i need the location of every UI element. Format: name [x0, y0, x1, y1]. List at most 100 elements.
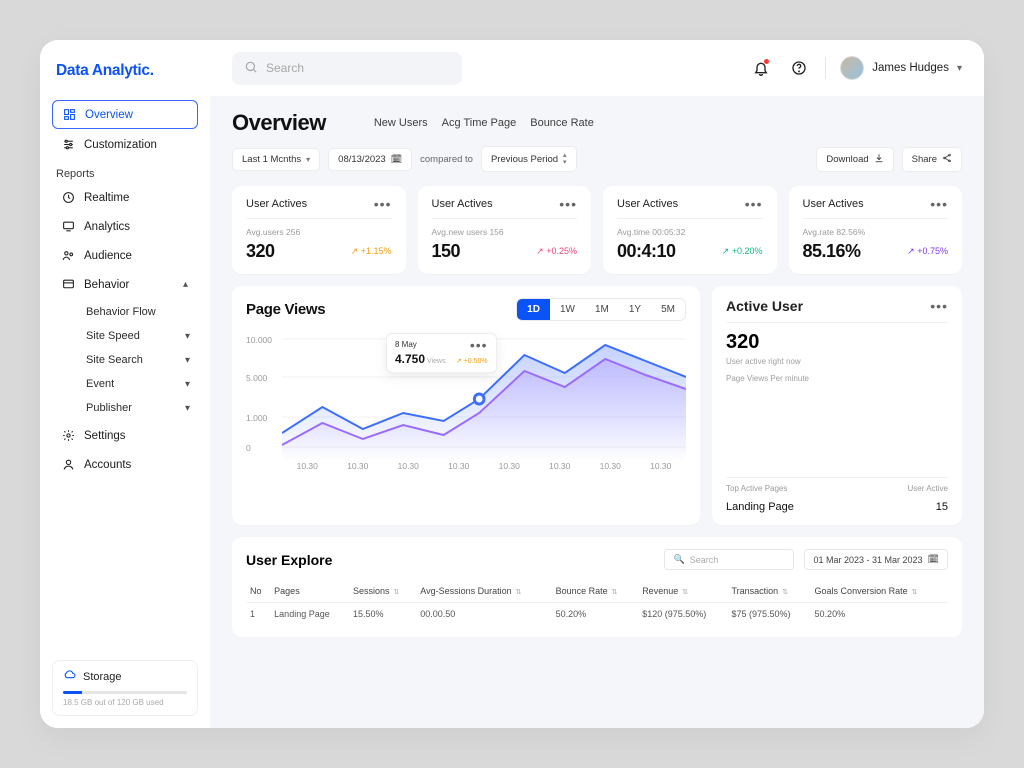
- chevron-down-icon: ▾: [185, 331, 190, 342]
- segment-1M[interactable]: 1M: [585, 299, 619, 320]
- nav-accounts[interactable]: Accounts: [52, 451, 198, 478]
- nav-publisher[interactable]: Publisher▾: [78, 396, 198, 420]
- share-button[interactable]: Share: [902, 147, 962, 172]
- table-cell: 50.20%: [552, 603, 639, 626]
- monitor-icon: [62, 220, 75, 233]
- stat-sub: Avg.rate 82.56%: [803, 227, 949, 237]
- col-header[interactable]: Avg-Sessions Duration ⇅: [416, 580, 551, 603]
- range-select[interactable]: Last 1 Mcnths ▾: [232, 148, 320, 171]
- nav-behavior[interactable]: Behavior ▴: [52, 271, 198, 298]
- active-user-value: 320: [726, 331, 948, 354]
- nav-settings[interactable]: Settings: [52, 422, 198, 449]
- chevron-down-icon: ▾: [185, 379, 190, 390]
- stat-card: User Actives••• Avg.users 256 320↗ +1.15…: [232, 186, 406, 274]
- download-button[interactable]: Download: [816, 147, 893, 172]
- ue-search-placeholder: Search: [690, 555, 719, 565]
- tab-acg[interactable]: Acg Time Page: [442, 117, 517, 129]
- segment-5M[interactable]: 5M: [651, 299, 685, 320]
- page-title: Overview: [232, 110, 326, 136]
- x-tick: 10.30: [535, 461, 586, 471]
- stat-delta: ↗ +0.20%: [722, 246, 763, 257]
- sort-icon: ⇅: [780, 589, 788, 596]
- period-select[interactable]: Previous Period▴▾: [481, 146, 577, 172]
- nav-overview[interactable]: Overview: [52, 100, 198, 129]
- sub-label: Site Search: [86, 354, 143, 366]
- stat-card: User Actives••• Avg.new users 156 150↗ +…: [418, 186, 592, 274]
- chevron-down-icon: ▾: [306, 155, 310, 164]
- tooltip-value: 4.750: [395, 352, 425, 366]
- stat-title: User Actives: [617, 198, 678, 210]
- table-cell: 00.00.50: [416, 603, 551, 626]
- download-label: Download: [826, 154, 868, 165]
- more-icon[interactable]: •••: [374, 202, 392, 206]
- col-header[interactable]: Transaction ⇅: [727, 580, 810, 603]
- storage-sub: 18.5 GB out of 120 GB used: [63, 698, 187, 707]
- col-header[interactable]: Goals Conversion Rate ⇅: [811, 580, 948, 603]
- ue-search-input[interactable]: 🔍 Search: [664, 549, 794, 570]
- x-tick: 10.30: [282, 461, 333, 471]
- x-tick: 10.30: [434, 461, 485, 471]
- nav-label: Customization: [84, 139, 157, 151]
- nav-site-speed[interactable]: Site Speed ▾: [78, 324, 198, 348]
- nav-audience[interactable]: Audience: [52, 242, 198, 269]
- nav-label: Accounts: [84, 459, 131, 471]
- nav-event[interactable]: Event▾: [78, 372, 198, 396]
- stat-sub: Avg.users 256: [246, 227, 392, 237]
- range-label: Last 1 Mcnths: [242, 154, 301, 165]
- more-icon[interactable]: •••: [930, 304, 948, 308]
- app-window: Data Analytic. Overview Customization Re…: [40, 40, 984, 728]
- nav-site-search[interactable]: Site Search▾: [78, 348, 198, 372]
- sort-icon: ⇅: [680, 589, 688, 596]
- date-picker[interactable]: 08/13/2023🗓: [328, 148, 412, 171]
- ue-date-picker[interactable]: 01 Mar 2023 - 31 Mar 2023🗓: [804, 549, 948, 570]
- tab-bounce[interactable]: Bounce Rate: [530, 117, 594, 129]
- chart-tooltip: 8 May••• 4.750Views ↗ +0.50%: [386, 333, 497, 373]
- active-user-title: Active User: [726, 298, 803, 314]
- profile-menu[interactable]: James Hudges ▾: [840, 56, 962, 80]
- col-header[interactable]: Bounce Rate ⇅: [552, 580, 639, 603]
- active-user-bars: [726, 393, 948, 471]
- chevron-down-icon: ▾: [957, 63, 962, 74]
- gear-icon: [62, 429, 75, 442]
- col-header[interactable]: Sessions ⇅: [349, 580, 416, 603]
- sub-label: Publisher: [86, 402, 132, 414]
- search-input[interactable]: Search: [232, 52, 462, 85]
- y-label: 5.000: [246, 373, 267, 383]
- more-icon[interactable]: •••: [470, 343, 488, 347]
- col-header[interactable]: Revenue ⇅: [638, 580, 727, 603]
- users-icon: [62, 249, 75, 262]
- stat-delta: ↗ +0.75%: [907, 246, 948, 257]
- col-header[interactable]: Pages: [270, 580, 349, 603]
- notifications-button[interactable]: [749, 56, 773, 80]
- topbar: Search James Hudges ▾: [210, 40, 984, 96]
- more-icon[interactable]: •••: [745, 202, 763, 206]
- more-icon[interactable]: •••: [559, 202, 577, 206]
- segment-1W[interactable]: 1W: [550, 299, 585, 320]
- nav-analytics[interactable]: Analytics: [52, 213, 198, 240]
- period-label: Previous Period: [491, 154, 558, 165]
- stat-value: 85.16%: [803, 241, 861, 262]
- segment-1Y[interactable]: 1Y: [619, 299, 651, 320]
- segment-1D[interactable]: 1D: [517, 299, 550, 320]
- col-header[interactable]: No: [246, 580, 270, 603]
- help-button[interactable]: [787, 56, 811, 80]
- nav-behavior-flow[interactable]: Behavior Flow: [78, 300, 198, 324]
- stat-title: User Actives: [432, 198, 493, 210]
- more-icon[interactable]: •••: [930, 202, 948, 206]
- tooltip-delta: +0.50%: [464, 358, 488, 365]
- tooltip-views-label: Views: [427, 358, 446, 365]
- download-icon: [874, 153, 884, 166]
- tab-new-users[interactable]: New Users: [374, 117, 428, 129]
- ue-table: NoPagesSessions ⇅Avg-Sessions Duration ⇅…: [246, 580, 948, 625]
- tooltip-date: 8 May: [395, 340, 417, 349]
- stat-value: 150: [432, 241, 461, 262]
- stat-sub: Avg.new users 156: [432, 227, 578, 237]
- nav-customization[interactable]: Customization: [52, 131, 198, 158]
- user-explore-card: User Explore 🔍Search 01 Mar 2023 - 31 Ma…: [232, 537, 962, 637]
- nav-realtime[interactable]: Realtime: [52, 184, 198, 211]
- storage-card: Storage 18.5 GB out of 120 GB used: [52, 660, 198, 716]
- search-icon: 🔍: [673, 554, 684, 565]
- sub-label: Site Speed: [86, 330, 140, 342]
- landing-page-value: 15: [936, 501, 948, 513]
- logo: Data Analytic.: [52, 62, 198, 80]
